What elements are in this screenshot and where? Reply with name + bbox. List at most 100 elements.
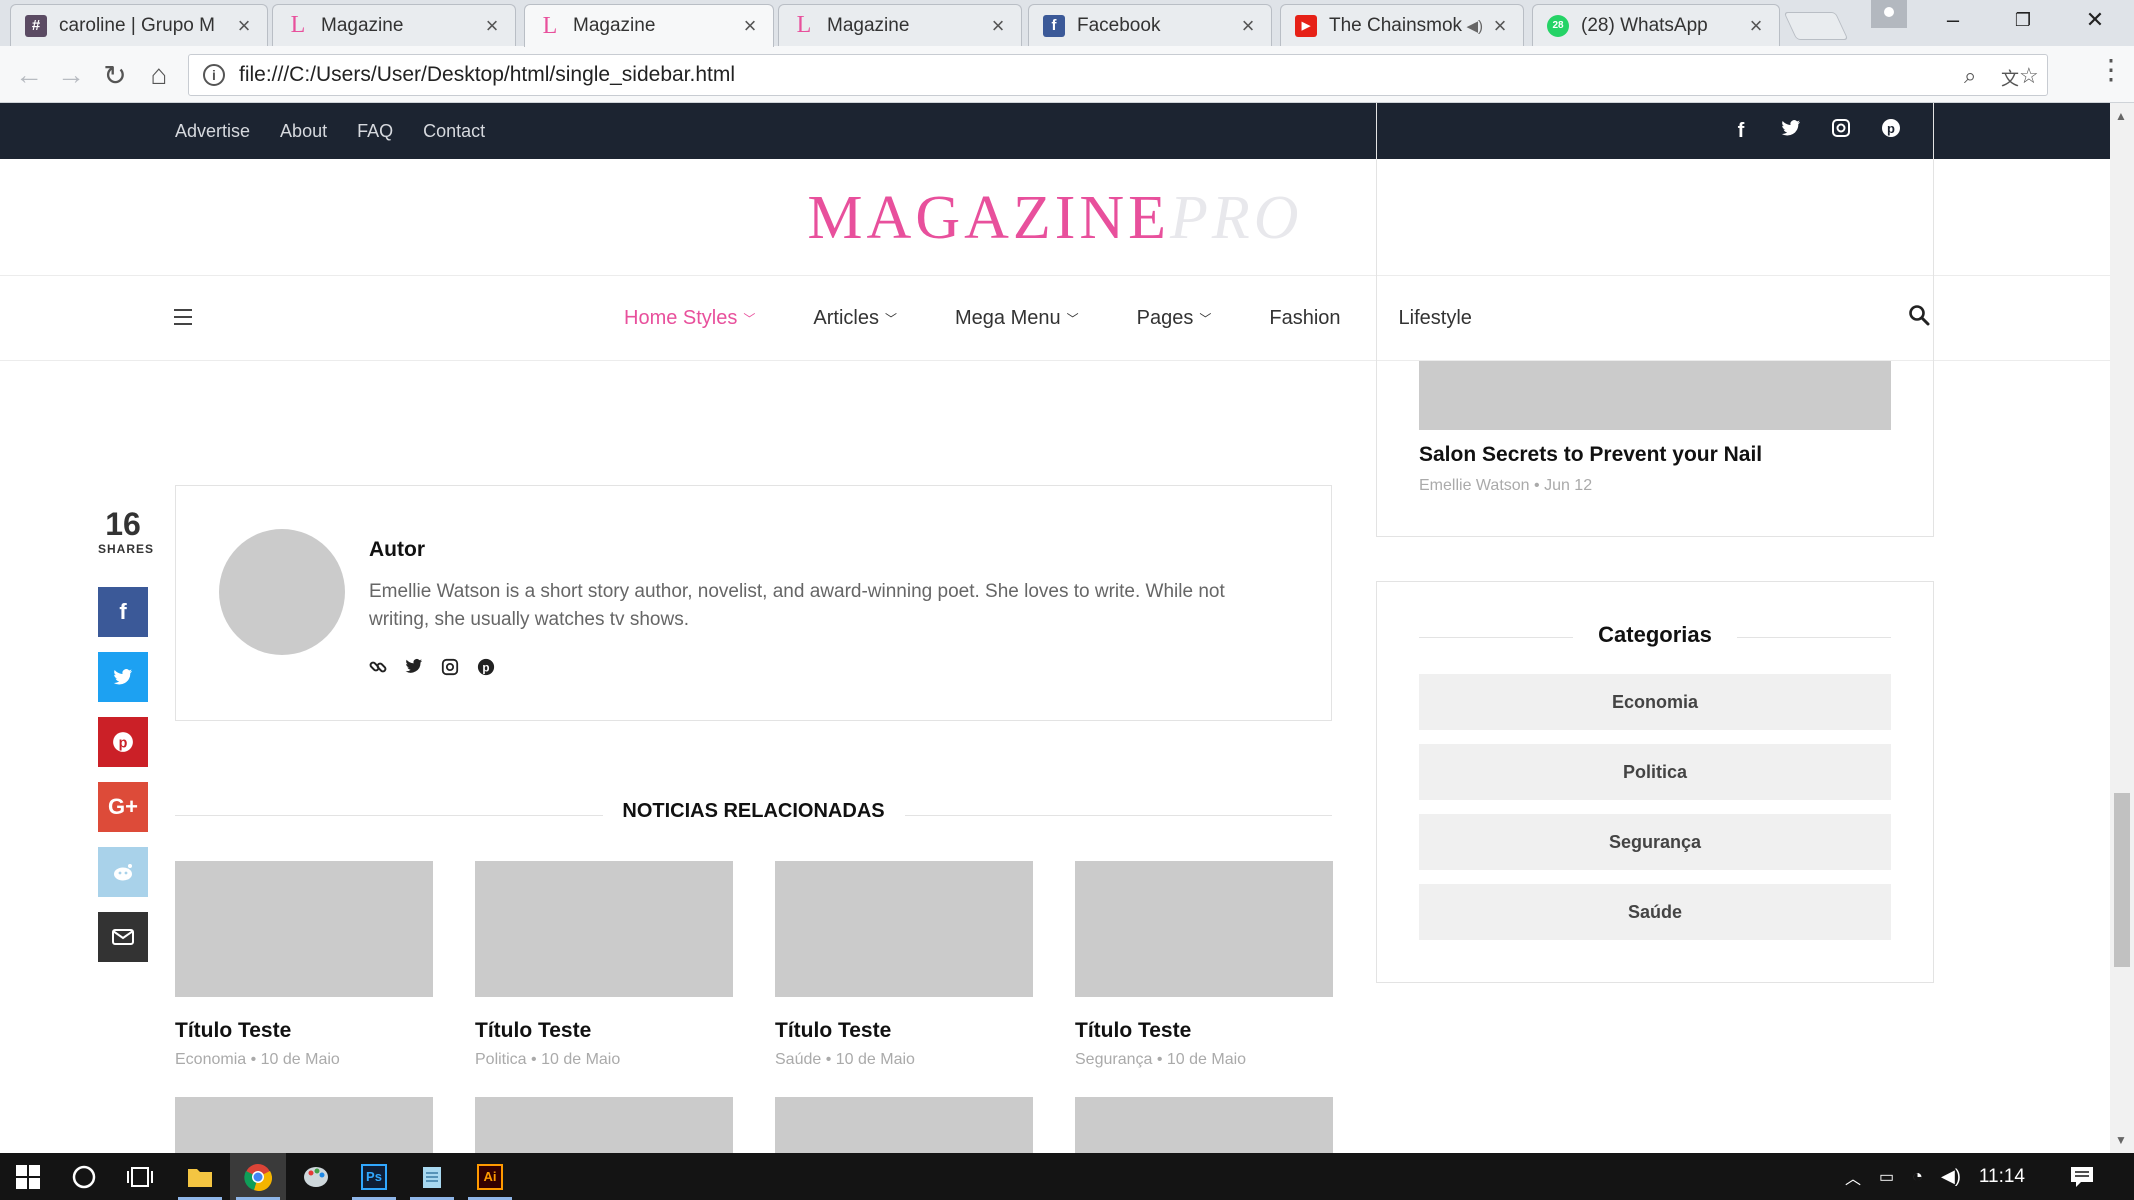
pinterest-icon[interactable]: p xyxy=(477,658,495,681)
related-card[interactable]: Título Teste Segurança • 10 de Maio xyxy=(1075,861,1333,1069)
post-thumbnail[interactable] xyxy=(1419,361,1891,430)
chrome-menu-icon[interactable]: ⋮ xyxy=(2097,56,2125,84)
share-facebook-button[interactable]: f xyxy=(98,587,148,637)
card-thumbnail[interactable] xyxy=(175,1097,433,1153)
nav-item-articles[interactable]: Articles ﹀ xyxy=(813,307,897,330)
close-tab-icon[interactable]: × xyxy=(481,13,503,39)
card-category[interactable]: Saúde xyxy=(775,1051,821,1068)
card-thumbnail[interactable] xyxy=(775,861,1033,997)
profile-avatar-icon[interactable] xyxy=(1871,0,1907,28)
top-link-contact[interactable]: Contact xyxy=(423,121,485,142)
share-google-plus-button[interactable]: G+ xyxy=(98,782,148,832)
illustrator-icon[interactable]: Ai xyxy=(462,1153,518,1200)
sidebar-post-title[interactable]: Salon Secrets to Prevent your Nail xyxy=(1419,443,1762,467)
tab-facebook[interactable]: f Facebook × xyxy=(1028,4,1272,46)
category-politica[interactable]: Politica xyxy=(1419,744,1891,800)
scroll-down-icon[interactable]: ▼ xyxy=(2115,1133,2127,1147)
close-tab-icon[interactable]: × xyxy=(1489,13,1511,39)
card-thumbnail[interactable] xyxy=(475,1097,733,1153)
minimize-icon[interactable]: – xyxy=(1918,0,1988,40)
tab-magazine-2[interactable]: L Magazine × xyxy=(524,4,774,47)
card-meta: Economia • 10 de Maio xyxy=(175,1051,340,1068)
nav-item-home-styles[interactable]: Home Styles ﹀ xyxy=(624,307,755,330)
task-view-icon[interactable] xyxy=(112,1153,168,1200)
instagram-icon[interactable] xyxy=(441,658,459,681)
scrollbar-thumb[interactable] xyxy=(2114,793,2130,967)
tab-caroline[interactable]: # caroline | Grupo M × xyxy=(10,4,268,46)
illustrator-logo: Ai xyxy=(477,1163,503,1190)
twitter-icon[interactable] xyxy=(405,658,423,681)
chevron-up-icon[interactable]: ︿ xyxy=(1845,1165,1861,1189)
hamburger-menu-icon[interactable] xyxy=(174,309,192,325)
address-bar[interactable]: i file:///C:/Users/User/Desktop/html/sin… xyxy=(188,54,2048,96)
close-tab-icon[interactable]: × xyxy=(739,13,761,39)
tab-magazine-3[interactable]: L Magazine × xyxy=(778,4,1022,46)
card-thumbnail[interactable] xyxy=(175,861,433,997)
author-avatar[interactable] xyxy=(219,529,345,655)
card-title[interactable]: Título Teste xyxy=(1075,1019,1333,1043)
card-category[interactable]: Segurança xyxy=(1075,1051,1152,1068)
related-card[interactable]: Título Teste Economia • 10 de Maio xyxy=(175,861,433,1069)
notifications-icon[interactable] xyxy=(2054,1153,2110,1200)
windows-start-icon[interactable] xyxy=(0,1153,56,1200)
clock-time[interactable]: 11:14 xyxy=(1979,1166,2025,1188)
scroll-up-icon[interactable]: ▲ xyxy=(2115,109,2127,123)
share-email-button[interactable] xyxy=(98,912,148,962)
card-thumbnail[interactable] xyxy=(1075,861,1333,997)
info-icon[interactable]: i xyxy=(203,64,225,86)
reload-icon[interactable]: ↻ xyxy=(98,58,132,92)
paint-icon[interactable] xyxy=(288,1153,344,1200)
close-tab-icon[interactable]: × xyxy=(987,13,1009,39)
home-icon[interactable]: ⌂ xyxy=(142,58,176,92)
notepad-icon[interactable] xyxy=(404,1153,460,1200)
chrome-icon[interactable] xyxy=(230,1153,286,1200)
restore-icon[interactable]: ❐ xyxy=(1988,0,2058,40)
back-arrow-icon[interactable]: ← xyxy=(12,58,46,92)
related-card[interactable]: Título Teste Saúde • 10 de Maio xyxy=(775,861,1033,1069)
card-thumbnail[interactable] xyxy=(475,861,733,997)
link-icon[interactable] xyxy=(369,658,387,681)
close-window-icon[interactable]: ✕ xyxy=(2060,0,2130,40)
card-title[interactable]: Título Teste xyxy=(775,1019,1033,1043)
category-economia[interactable]: Economia xyxy=(1419,674,1891,730)
card-category[interactable]: Politica xyxy=(475,1051,527,1068)
file-explorer-icon[interactable] xyxy=(172,1153,228,1200)
tab-magazine-1[interactable]: L Magazine × xyxy=(272,4,516,46)
wifi-icon[interactable]: ◔ xyxy=(1912,1166,1923,1187)
author-name[interactable]: Autor xyxy=(369,538,425,562)
card-thumbnail[interactable] xyxy=(775,1097,1033,1153)
audio-playing-icon[interactable]: ◀) xyxy=(1466,17,1483,35)
top-link-about[interactable]: About xyxy=(280,121,327,142)
top-link-faq[interactable]: FAQ xyxy=(357,121,393,142)
card-thumbnail[interactable] xyxy=(1075,1097,1333,1153)
cortana-search-icon[interactable] xyxy=(56,1153,112,1200)
translate-icon[interactable]: 文 xyxy=(2001,65,2019,91)
category-saude[interactable]: Saúde xyxy=(1419,884,1891,940)
new-tab-button[interactable] xyxy=(1783,12,1849,40)
top-link-advertise[interactable]: Advertise xyxy=(175,121,250,142)
post-author[interactable]: Emellie Watson xyxy=(1419,477,1530,494)
share-twitter-button[interactable] xyxy=(98,652,148,702)
close-tab-icon[interactable]: × xyxy=(1745,13,1767,39)
card-category[interactable]: Economia xyxy=(175,1051,246,1068)
card-title[interactable]: Título Teste xyxy=(475,1019,733,1043)
share-reddit-button[interactable] xyxy=(98,847,148,897)
zoom-icon[interactable]: ⌕ xyxy=(1964,63,1976,89)
share-pinterest-button[interactable]: p xyxy=(98,717,148,767)
category-seguranca[interactable]: Segurança xyxy=(1419,814,1891,870)
close-tab-icon[interactable]: × xyxy=(233,13,255,39)
nav-item-fashion[interactable]: Fashion xyxy=(1269,307,1340,330)
close-tab-icon[interactable]: × xyxy=(1237,13,1259,39)
page-scrollbar[interactable]: ▲ ▼ xyxy=(2110,103,2134,1153)
tab-youtube[interactable]: ▶ The Chainsmok ◀) × xyxy=(1280,4,1524,46)
forward-arrow-icon[interactable]: → xyxy=(54,58,88,92)
photoshop-icon[interactable]: Ps xyxy=(346,1153,402,1200)
card-title[interactable]: Título Teste xyxy=(175,1019,433,1043)
nav-item-pages[interactable]: Pages ﹀ xyxy=(1137,307,1212,330)
volume-icon[interactable]: ◀) xyxy=(1941,1166,1961,1187)
battery-icon[interactable]: ▭ xyxy=(1879,1167,1894,1187)
nav-item-mega-menu[interactable]: Mega Menu ﹀ xyxy=(955,307,1079,330)
related-card[interactable]: Título Teste Politica • 10 de Maio xyxy=(475,861,733,1069)
tab-whatsapp[interactable]: 28 (28) WhatsApp × xyxy=(1532,4,1780,46)
bookmark-star-icon[interactable]: ☆ xyxy=(2019,63,2039,89)
